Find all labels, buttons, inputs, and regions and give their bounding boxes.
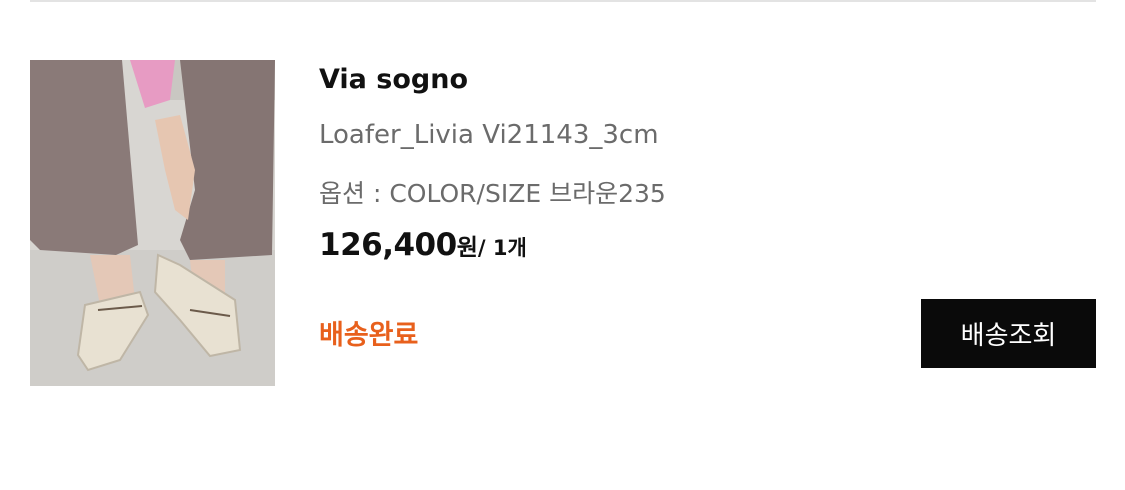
product-option: 옵션 : COLOR/SIZE 브라운235 (319, 179, 666, 208)
price-quantity: / 1개 (477, 236, 527, 260)
product-photo (30, 60, 275, 386)
price-row: 126,400원/ 1개 (319, 227, 527, 263)
product-thumbnail[interactable] (30, 60, 275, 386)
price-currency: 원 (456, 235, 478, 261)
price-amount: 126,400 (319, 227, 457, 263)
brand-name[interactable]: Via sogno (319, 64, 468, 95)
product-name[interactable]: Loafer_Livia Vi21143_3cm (319, 120, 659, 150)
top-divider (30, 0, 1096, 2)
delivery-status: 배송완료 (319, 320, 419, 351)
track-delivery-button[interactable]: 배송조회 (921, 299, 1096, 368)
order-item-card: Via sogno Loafer_Livia Vi21143_3cm 옵션 : … (0, 0, 1125, 490)
